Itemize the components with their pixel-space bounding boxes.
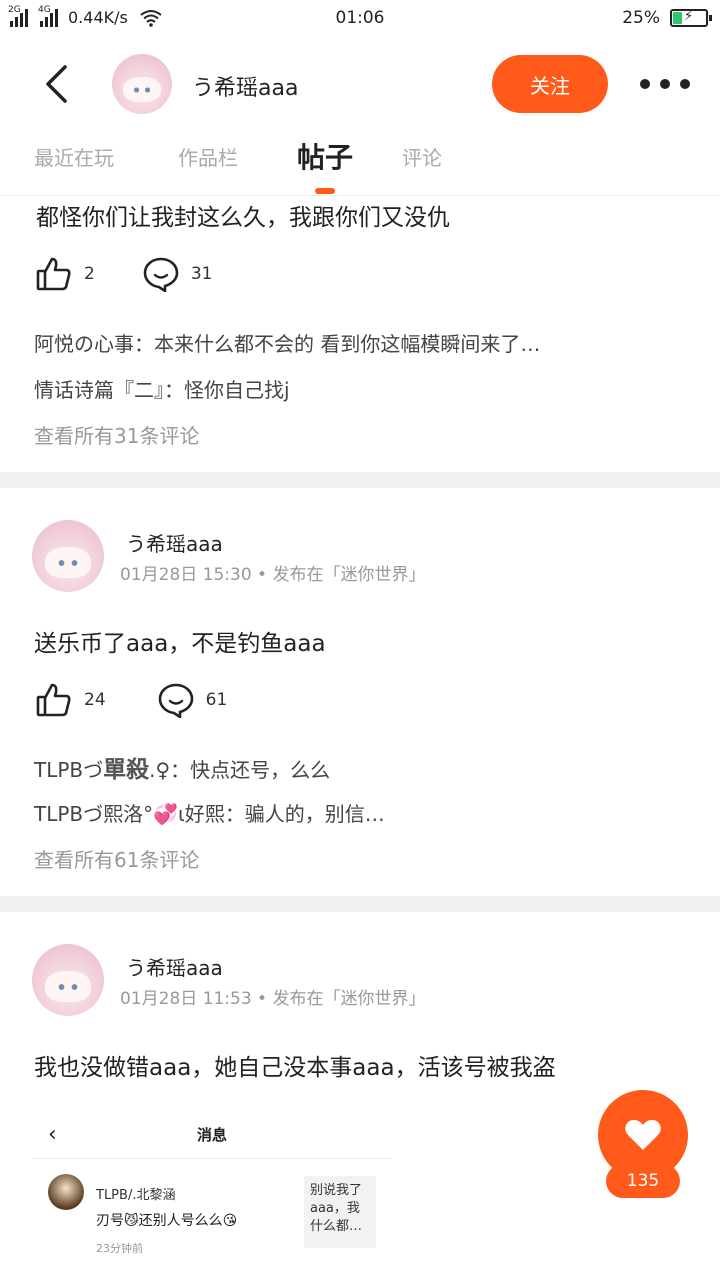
comment-preview[interactable]: 情话诗篇『二』：怪你自己找j (34, 374, 290, 403)
embed-message: 刃号😼还别人号么么😘 (96, 1213, 238, 1229)
profile-name: う希瑶aaa (192, 76, 299, 101)
tab-recent[interactable]: 最近在玩 (34, 142, 114, 171)
thumbs-up-icon[interactable] (36, 256, 72, 292)
embed-title: 消息 (196, 1126, 227, 1144)
comment-preview[interactable]: TLPBづ單殺.♀：快点还号，么么 (34, 750, 330, 784)
comment-author-bold: 單殺 (103, 757, 150, 783)
comment-text: ：骗人的，别信… (224, 802, 385, 826)
like-count: 24 (84, 690, 106, 710)
post-actions: 2 31 (36, 256, 212, 292)
comment-text: ：快点还号，么么 (170, 758, 331, 782)
embed-preview: 别说我了aaa，我什么都… (304, 1176, 376, 1248)
status-bar: 2G 4G 0.44K/s 01:06 25% ⚡ (0, 0, 720, 38)
dot-icon (660, 79, 670, 89)
charging-icon: ⚡ (684, 9, 694, 24)
battery-percent: 25% (622, 8, 660, 28)
battery-icon: ⚡ (670, 9, 712, 27)
embed-sender: TLPB/.北黎涵 (96, 1188, 176, 1203)
like-count: 2 (84, 264, 95, 284)
comment-preview[interactable]: 阿悦の心事：本来什么都不会的 看到你这幅模瞬间来了… (34, 328, 540, 357)
heart-icon (625, 1119, 661, 1150)
comment-author[interactable]: 情话诗篇『二』 (34, 378, 164, 402)
embed-avatar (48, 1174, 84, 1210)
floating-like-count: 135 (606, 1164, 680, 1198)
post-author[interactable]: う希瑶aaa (126, 528, 223, 557)
more-button[interactable] (640, 70, 690, 98)
tab-indicator (315, 188, 335, 194)
comment-count: 61 (205, 690, 228, 710)
post-image[interactable]: ‹ 消息 TLPB/.北黎涵 刃号😼还别人号么么😘 23分钟前 别说我了aaa，… (32, 1106, 392, 1280)
divider (32, 1158, 392, 1159)
comment-text: ：怪你自己找j (164, 378, 290, 402)
post-actions: 24 61 (36, 682, 227, 718)
dot-icon (640, 79, 650, 89)
post-avatar[interactable] (32, 944, 104, 1016)
comment-icon[interactable] (143, 256, 179, 292)
divider (0, 896, 720, 912)
post-text[interactable]: 我也没做错aaa，她自己没本事aaa，活该号被我盗 (34, 1048, 556, 1082)
comment-author-prefix: TLPBづ (34, 758, 104, 782)
profile-header: う希瑶aaa 关注 (0, 40, 720, 136)
divider (0, 472, 720, 488)
post-text[interactable]: 都怪你们让我封这么久，我跟你们又没仇 (36, 198, 450, 232)
tab-comments[interactable]: 评论 (402, 142, 442, 171)
view-all-comments-link[interactable]: 查看所有31条评论 (34, 420, 199, 449)
post-text[interactable]: 送乐币了aaa，不是钓鱼aaa (34, 624, 326, 658)
follow-button[interactable]: 关注 (492, 55, 608, 113)
comment-preview[interactable]: TLPBづ熙洛°💞ι好熙：骗人的，别信… (34, 798, 385, 827)
avatar[interactable] (112, 54, 172, 114)
chevron-left-icon (46, 65, 67, 103)
comment-text: ：本来什么都不会的 看到你这幅模瞬间来了… (134, 332, 541, 356)
post-meta: 01月28日 15:30 • 发布在「迷你世界」 (120, 565, 426, 585)
tab-posts[interactable]: 帖子 (297, 136, 353, 176)
comment-author[interactable]: 阿悦の心事 (34, 332, 134, 356)
post-author[interactable]: う希瑶aaa (126, 952, 223, 981)
battery-level (673, 12, 682, 24)
tab-bar: 最近在玩 作品栏 帖子 评论 (0, 130, 720, 196)
back-button[interactable] (36, 60, 76, 108)
dot-icon (680, 79, 690, 89)
comment-author[interactable]: TLPBづ單殺.♀ (34, 757, 171, 783)
embed-time: 23分钟前 (96, 1242, 143, 1255)
tab-works[interactable]: 作品栏 (178, 142, 238, 171)
post-meta: 01月28日 11:53 • 发布在「迷你世界」 (120, 989, 426, 1009)
comment-author-suffix: .♀ (149, 758, 171, 782)
view-all-comments-link[interactable]: 查看所有61条评论 (34, 844, 199, 873)
comment-count: 31 (190, 264, 213, 284)
comment-author[interactable]: TLPBづ熙洛°💞ι好熙 (34, 802, 225, 826)
comment-icon[interactable] (158, 682, 194, 718)
thumbs-up-icon[interactable] (36, 682, 72, 718)
clock: 01:06 (335, 8, 385, 28)
status-right: 25% ⚡ (622, 8, 712, 28)
post-avatar[interactable] (32, 520, 104, 592)
